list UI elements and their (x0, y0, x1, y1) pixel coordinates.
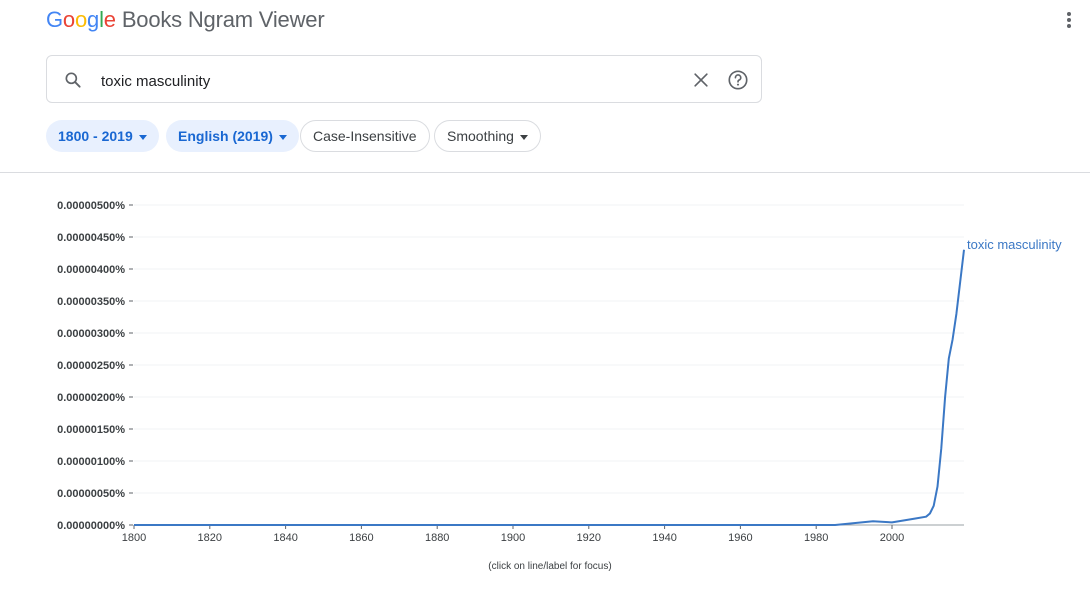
caret-down-icon (519, 134, 528, 140)
x-tick-label: 1860 (349, 532, 373, 544)
x-tick-label: 2000 (880, 532, 904, 544)
year-range-dropdown[interactable]: 1800 - 2019 (46, 120, 159, 152)
x-tick-label: 1800 (122, 532, 146, 544)
case-insensitive-toggle[interactable]: Case-Insensitive (300, 120, 430, 152)
y-tick-label: 0.00000500% (57, 200, 125, 212)
search-input[interactable] (99, 68, 663, 94)
x-tick-label: 1840 (273, 532, 297, 544)
x-tick-label: 1980 (804, 532, 828, 544)
x-tick-label: 1900 (501, 532, 525, 544)
corpus-label: English (2019) (178, 128, 273, 144)
google-books-logo[interactable]: Google Books Ngram Viewer (46, 7, 325, 33)
more-vert-icon[interactable] (1066, 12, 1072, 30)
app-title: Books Ngram Viewer (121, 7, 325, 32)
x-tick-label: 1920 (577, 532, 601, 544)
x-tick-label: 1940 (652, 532, 676, 544)
logo-letter: o (74, 7, 88, 32)
x-tick-label: 1960 (728, 532, 752, 544)
x-tick-label: 1880 (425, 532, 449, 544)
caret-down-icon (138, 134, 147, 140)
y-tick-label: 0.00000350% (57, 296, 125, 308)
logo-letter: e (103, 7, 116, 32)
y-tick-label: 0.00000400% (57, 264, 125, 276)
chart-caption: (click on line/label for focus) (488, 561, 612, 572)
smoothing-label: Smoothing (447, 128, 514, 144)
logo-letter: G (46, 7, 63, 32)
header: Google Books Ngram Viewer (0, 0, 1090, 40)
y-tick-label: 0.00000000% (57, 520, 125, 532)
y-tick-label: 0.00000050% (57, 488, 125, 500)
y-tick-label: 0.00000200% (57, 392, 125, 404)
y-tick-label: 0.00000450% (57, 232, 125, 244)
smoothing-dropdown[interactable]: Smoothing (434, 120, 541, 152)
search-box (46, 55, 762, 103)
ngram-chart: 0.00000000% 0.00000050% 0.00000100% 0.00000… (57, 200, 1062, 544)
help-icon[interactable] (727, 69, 749, 91)
series-line-toxic-masculinity[interactable] (134, 249, 965, 526)
logo-letter: o (62, 7, 75, 32)
caret-down-icon (278, 134, 287, 140)
search-icon[interactable] (63, 70, 83, 90)
close-icon[interactable] (691, 70, 711, 90)
y-tick-label: 0.00000150% (57, 424, 125, 436)
y-tick-label: 0.00000300% (57, 328, 125, 340)
divider (0, 172, 1090, 173)
series-label[interactable]: toxic masculinity (967, 237, 1062, 252)
year-range-label: 1800 - 2019 (58, 128, 133, 144)
y-tick-label: 0.00000100% (57, 456, 125, 468)
y-tick-label: 0.00000250% (57, 360, 125, 372)
logo-letter: g (87, 7, 100, 32)
corpus-dropdown[interactable]: English (2019) (166, 120, 299, 152)
case-label: Case-Insensitive (313, 128, 417, 144)
x-tick-label: 1820 (198, 532, 222, 544)
